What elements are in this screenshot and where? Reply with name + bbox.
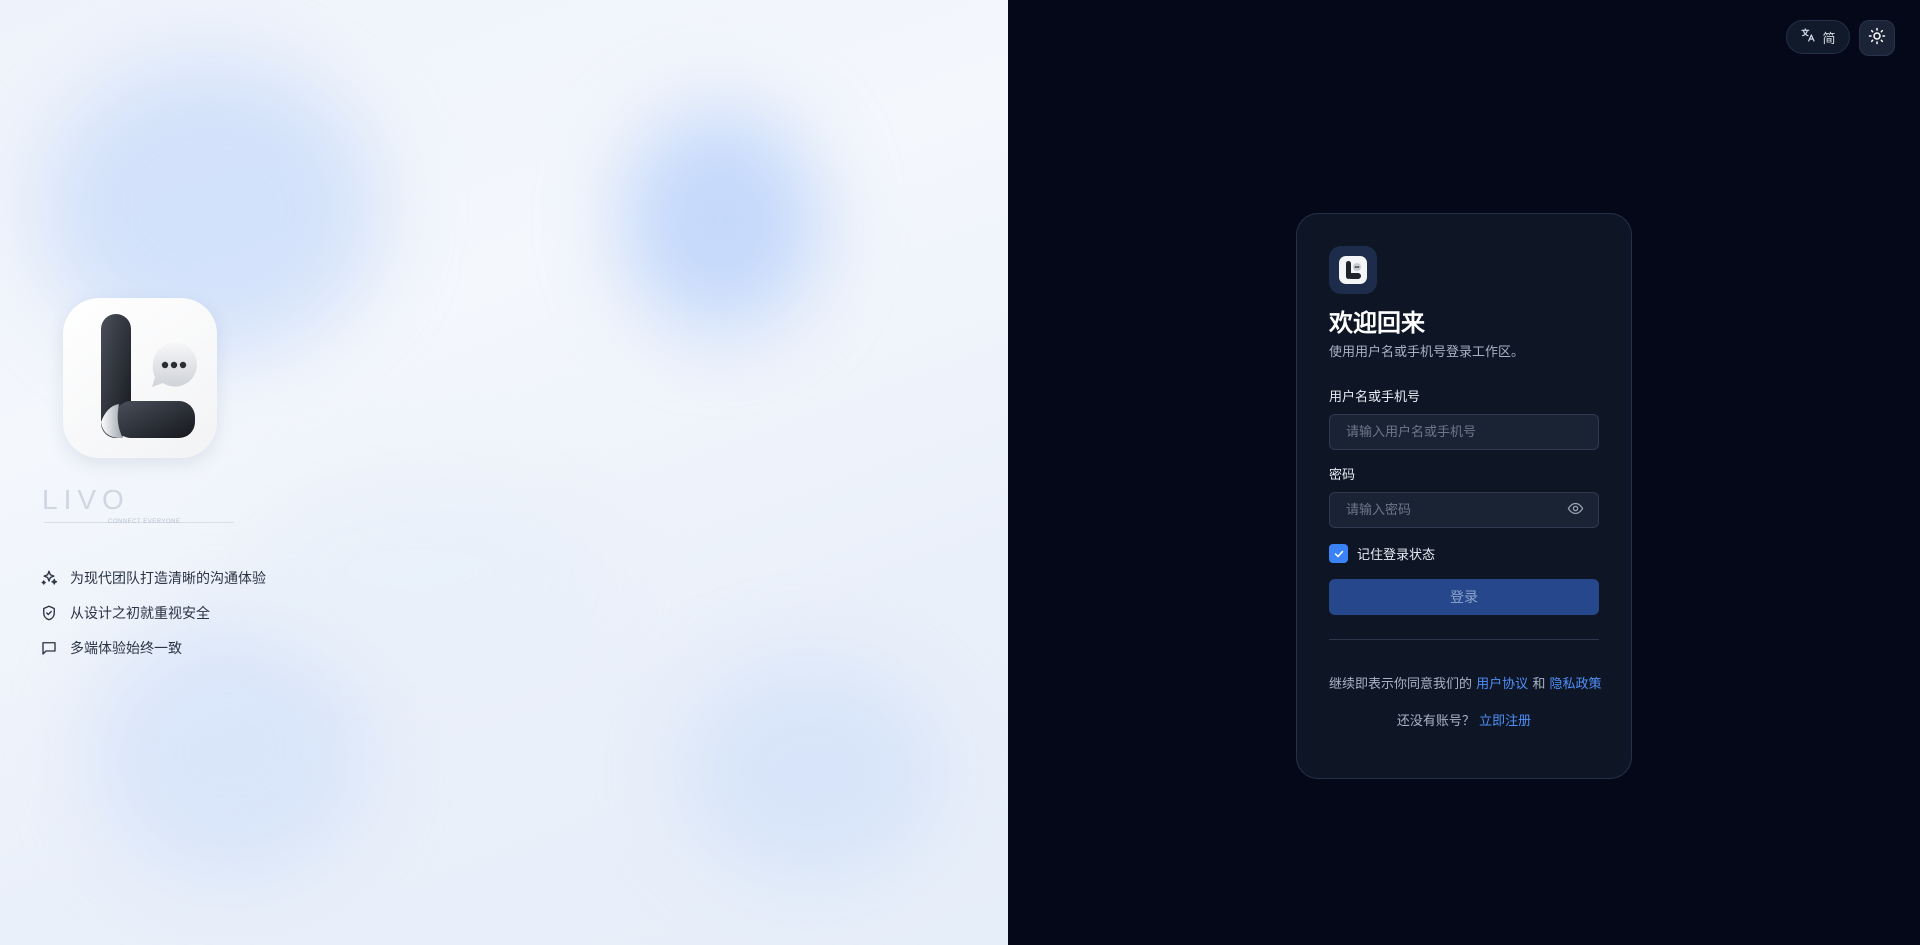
register-prompt: 还没有账号？ 立即注册 bbox=[1329, 710, 1599, 729]
background-blob bbox=[240, 470, 600, 670]
translate-icon bbox=[1800, 27, 1816, 47]
card-divider bbox=[1329, 639, 1599, 640]
sun-icon bbox=[1868, 27, 1886, 49]
privacy-link[interactable]: 隐私政策 bbox=[1549, 677, 1601, 692]
check-icon bbox=[1334, 550, 1343, 557]
brand-wordmark: LIVO bbox=[42, 484, 130, 515]
password-field-wrapper bbox=[1329, 492, 1599, 528]
remember-checkbox[interactable] bbox=[1329, 544, 1348, 563]
password-label: 密码 bbox=[1329, 468, 1356, 483]
message-square-icon bbox=[40, 639, 58, 657]
register-link[interactable]: 立即注册 bbox=[1479, 714, 1531, 729]
feature-label: 为现代团队打造清晰的沟通体验 bbox=[70, 570, 266, 587]
background-blob bbox=[620, 110, 820, 330]
shield-check-icon bbox=[40, 604, 58, 622]
theme-toggle-button[interactable] bbox=[1859, 20, 1895, 56]
feature-list: 为现代团队打造清晰的沟通体验 从设计之初就重视安全 多端体验始终一致 bbox=[40, 560, 266, 665]
login-button[interactable]: 登录 bbox=[1329, 579, 1599, 615]
password-input[interactable] bbox=[1344, 501, 1567, 519]
register-question: 还没有账号？ bbox=[1396, 714, 1475, 729]
agreement-and: 和 bbox=[1532, 677, 1546, 692]
login-page: LIVO CONNECT EVERYONE 为现代团队打造清晰的沟通体验 从设计… bbox=[0, 0, 1920, 945]
login-title: 欢迎回来 bbox=[1329, 309, 1425, 337]
login-card: 欢迎回来 使用用户名或手机号登录工作区。 用户名或手机号 密码 bbox=[1296, 213, 1632, 779]
remember-me: 记住登录状态 bbox=[1329, 544, 1599, 563]
feature-label: 从设计之初就重视安全 bbox=[70, 605, 210, 622]
language-switcher[interactable]: 简 bbox=[1786, 20, 1850, 54]
app-logo bbox=[63, 298, 217, 458]
language-label: 简 bbox=[1822, 31, 1836, 47]
top-controls: 简 bbox=[1786, 20, 1895, 56]
username-input[interactable] bbox=[1344, 423, 1584, 441]
username-label: 用户名或手机号 bbox=[1329, 390, 1421, 405]
feature-label: 多端体验始终一致 bbox=[70, 640, 182, 657]
feature-item: 多端体验始终一致 bbox=[40, 630, 266, 665]
card-logo bbox=[1329, 246, 1377, 294]
terms-link[interactable]: 用户协议 bbox=[1476, 677, 1528, 692]
feature-item: 从设计之初就重视安全 bbox=[40, 595, 266, 630]
login-subtitle: 使用用户名或手机号登录工作区。 bbox=[1329, 345, 1525, 360]
agreement-prefix: 继续即表示你同意我们的 bbox=[1329, 677, 1473, 692]
eye-icon[interactable] bbox=[1567, 500, 1584, 521]
agreement-text: 继续即表示你同意我们的 用户协议 和 隐私政策 bbox=[1329, 676, 1601, 694]
brand-tagline: CONNECT EVERYONE bbox=[108, 519, 181, 525]
sparkles-icon bbox=[40, 569, 58, 587]
remember-label[interactable]: 记住登录状态 bbox=[1357, 544, 1435, 563]
username-field-wrapper bbox=[1329, 414, 1599, 450]
background-blob bbox=[680, 660, 940, 880]
brand-panel: LIVO CONNECT EVERYONE 为现代团队打造清晰的沟通体验 从设计… bbox=[0, 0, 1008, 945]
feature-item: 为现代团队打造清晰的沟通体验 bbox=[40, 560, 266, 595]
login-panel: 简 欢迎回来 使用用户名或手机号登录工作区。 用户名或手机号 请输入用户名或手机… bbox=[1008, 0, 1920, 945]
